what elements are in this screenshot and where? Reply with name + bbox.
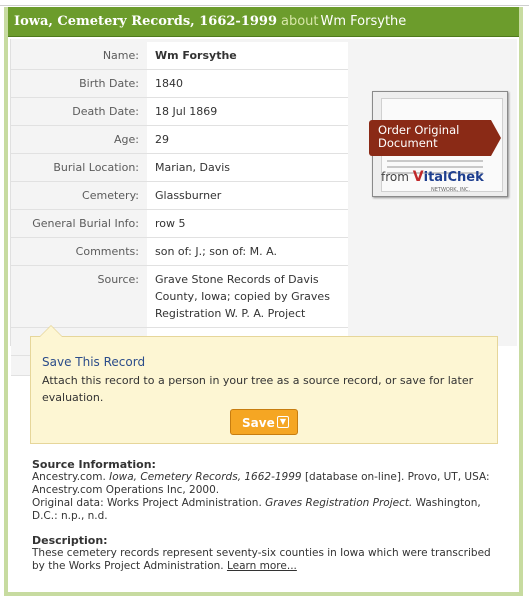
top-strip (0, 0, 529, 6)
source-citation: Ancestry.com. Iowa, Cemetery Records, 16… (32, 471, 490, 496)
document-thumbnail: 53 Order Original Document from VitalChe… (369, 91, 508, 197)
original-data: Original data: Works Project Administrat… (32, 497, 481, 522)
save-record-text: Attach this record to a person in your t… (42, 374, 474, 404)
record-row: Source: Grave Stone Records of Davis Coun… (11, 265, 348, 328)
field-value: Glassburner (147, 181, 348, 210)
record-panel: Iowa, Cemetery Records, 1662-1999 about Wm… (4, 7, 523, 596)
field-value: Grave Stone Records of Davis County, Iow… (147, 265, 348, 328)
about-text: about (281, 14, 319, 29)
record-row: Birth Date: 1840 (11, 69, 348, 98)
record-row: Death Date: 18 Jul 1869 (11, 97, 348, 126)
field-value: 1840 (147, 69, 348, 98)
field-label: Birth Date: (11, 69, 147, 98)
field-value: son of: J.; son of: M. A. (147, 237, 348, 266)
record-row: General Burial Info: row 5 (11, 209, 348, 238)
description-heading: Description: (32, 534, 108, 547)
record-row: Burial Location: Marian, Davis (11, 153, 348, 182)
source-information: Source Information: Ancestry.com. Iowa, … (32, 458, 502, 523)
callout-arrow (39, 325, 63, 337)
field-value: Marian, Davis (147, 153, 348, 182)
vitalchek-network: NETWORK, INC. (431, 187, 471, 193)
source-heading: Source Information: (32, 458, 156, 471)
field-value: row 5 (147, 209, 348, 238)
field-value: 18 Jul 1869 (147, 97, 348, 126)
save-button[interactable]: Save ▼ (230, 409, 298, 435)
description: Description: These cemetery records repr… (32, 534, 502, 573)
save-record-title: Save This Record (42, 355, 146, 369)
record-title: Iowa, Cemetery Records, 1662-1999 about Wm… (14, 14, 406, 29)
title-bar: Iowa, Cemetery Records, 1662-1999 about Wm… (8, 7, 519, 37)
field-label: Burial Location: (11, 153, 147, 182)
field-label: Source: (11, 265, 147, 328)
order-banner-line2: Document (378, 136, 438, 150)
learn-more-link[interactable]: Learn more... (227, 560, 297, 572)
field-label: Comments: (11, 237, 147, 266)
record-row: Comments: son of: J.; son of: M. A. (11, 237, 348, 266)
record-row: Cemetery: Glassburner (11, 181, 348, 210)
record-row: Age: 29 (11, 125, 348, 154)
field-label: Age: (11, 125, 147, 154)
field-label: Cemetery: (11, 181, 147, 210)
person-name: Wm Forsythe (320, 14, 407, 29)
field-label: Name: (11, 42, 147, 70)
order-original-document-ad[interactable]: 53 Order Original Document from VitalChe… (369, 91, 508, 197)
record-details: Name: Wm Forsythe Birth Date: 1840 Death D… (10, 39, 517, 376)
save-button-label: Save (242, 416, 275, 430)
field-label: General Burial Info: (11, 209, 147, 238)
description-text-block: These cemetery records represent seventy… (32, 547, 502, 573)
record-row: Name: Wm Forsythe (11, 42, 348, 70)
collection-title[interactable]: Iowa, Cemetery Records, 1662-1999 (14, 14, 277, 29)
field-label: Death Date: (11, 97, 147, 126)
order-banner-line1: Order Original (378, 123, 460, 137)
vitalchek-logo: from VitalChek (381, 169, 484, 185)
field-value: Wm Forsythe (147, 42, 348, 70)
save-record-panel: Save This Record Attach this record to a… (30, 325, 498, 444)
dropdown-arrow-icon[interactable]: ▼ (277, 416, 289, 428)
order-banner: Order Original Document (369, 120, 501, 156)
field-value: 29 (147, 125, 348, 154)
